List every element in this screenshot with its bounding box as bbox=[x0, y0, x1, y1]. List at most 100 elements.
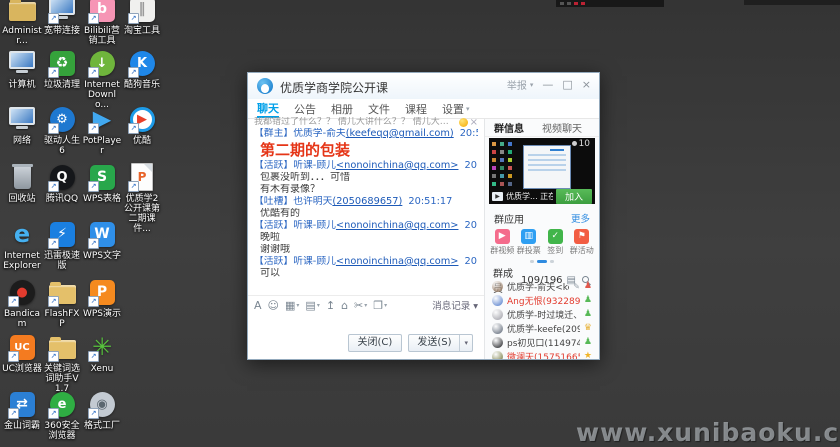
quick-reply-icon[interactable]: ❐▾ bbox=[373, 299, 387, 312]
desktop-icon-wps-writer[interactable]: W↗WPS文字 bbox=[82, 219, 122, 261]
close-window-button[interactable]: × bbox=[582, 78, 591, 91]
page-dot-active[interactable] bbox=[537, 260, 547, 263]
member-tag: 【活跃】 bbox=[254, 160, 293, 171]
watermark: www.xunibaoku.com bbox=[576, 418, 840, 447]
play-icon: ▶ bbox=[492, 192, 503, 201]
more-apps-link[interactable]: 更多 bbox=[571, 211, 590, 226]
sender-name: 听课-顾儿 bbox=[293, 220, 336, 231]
desktop-icon-thunder[interactable]: ⚡↗迅雷极速版 bbox=[42, 219, 82, 271]
expression-icon[interactable]: ▦▾ bbox=[285, 299, 299, 312]
desktop-icon-bandicam[interactable]: ●↗Bandicam bbox=[2, 277, 42, 329]
member-row[interactable]: 优质学-俞夫<keef✎♟ bbox=[485, 279, 599, 293]
shortcut-arrow-icon: ↗ bbox=[88, 238, 99, 249]
thumb-icon bbox=[492, 166, 496, 170]
group-side-panel: 群信息视频聊天 10 ▶ 优质学... 正在视频 加入 群应用 bbox=[484, 119, 599, 359]
sender-contact-link[interactable]: (2050689657) bbox=[332, 196, 402, 207]
desktop-icon-computer[interactable]: 计算机 bbox=[2, 48, 42, 90]
page-dot[interactable] bbox=[550, 260, 554, 263]
group-app-2[interactable]: ▥群投票 bbox=[516, 229, 543, 256]
sender-contact-link[interactable]: <nonoinchina@qq.com> bbox=[336, 160, 459, 171]
group-app-label: 签到 bbox=[542, 245, 569, 256]
desktop-icon-tencent-qq[interactable]: Q↗腾讯QQ bbox=[42, 162, 82, 204]
sender-contact-link[interactable]: <nonoinchina@qq.com> bbox=[336, 220, 459, 231]
desktop-icon-kugou-music[interactable]: K↗酷狗音乐 bbox=[122, 48, 162, 90]
group-app-4[interactable]: ⚑群活动 bbox=[569, 229, 596, 256]
desktop-icon-broadband[interactable]: ↗宽带连接 bbox=[42, 0, 82, 36]
bilibili-tool-icon: b↗ bbox=[87, 0, 117, 24]
youku-icon: ▶↗ bbox=[127, 104, 157, 134]
window-tab-2[interactable]: 公告 bbox=[294, 99, 316, 118]
shortcut-arrow-icon: ↗ bbox=[48, 351, 59, 362]
desktop-icon-internet-download-manager[interactable]: ↓↗Internet Downlo... bbox=[82, 48, 122, 110]
member-row[interactable]: 微澜天(157516650)★ bbox=[485, 349, 599, 359]
window-tab-3[interactable]: 相册 bbox=[331, 99, 353, 118]
desktop-icon-wps-show[interactable]: P↗WPS演示 bbox=[82, 277, 122, 319]
minimize-button[interactable]: — bbox=[542, 78, 553, 91]
edit-card-icon[interactable]: ✎ bbox=[573, 282, 580, 291]
group-video-preview[interactable]: 10 ▶ 优质学... 正在视频 加入 bbox=[489, 138, 595, 204]
panel-tab-1[interactable]: 群信息 bbox=[494, 120, 524, 135]
shortcut-arrow-icon: ↗ bbox=[88, 123, 99, 134]
desktop-icon-drive-genius[interactable]: ⚙↗驱动人生6 bbox=[42, 104, 82, 156]
desktop-icon-potplayer[interactable]: ▶↗PotPlayer bbox=[82, 104, 122, 156]
desktop-icon-youku[interactable]: ▶↗优酷 bbox=[122, 104, 162, 146]
member-row[interactable]: Ang无恨(93228912)♟ bbox=[485, 293, 599, 307]
owner-badge-icon: ♟ bbox=[584, 281, 592, 291]
member-row[interactable]: 优质学-keefe(2099267...)♛ bbox=[485, 321, 599, 335]
desktop-icon-keyword-helper[interactable]: ↗关键词选词助手V1.7 bbox=[42, 332, 82, 394]
member-row[interactable]: ps初见口(1149742013)♟ bbox=[485, 335, 599, 349]
desktop-icon-format-factory[interactable]: ◉↗格式工厂 bbox=[82, 389, 122, 431]
page-dot[interactable] bbox=[530, 260, 534, 263]
message-area[interactable]: 我都错过了什么？？ 倩儿大讲什么？？ 倩儿大哥打没动她们 × 【群主】优质学-俞… bbox=[248, 117, 484, 293]
image-icon[interactable]: ▤▾ bbox=[305, 299, 319, 312]
message-sender-line: 【活跃】听课-顾儿<nonoinchina@qq.com>20:53:52 bbox=[254, 256, 478, 268]
desktop-icon-uc-browser[interactable]: UC↗UC浏览器 bbox=[2, 332, 42, 374]
panel-tab-2[interactable]: 视频聊天 bbox=[542, 120, 582, 135]
desktop-icon-network[interactable]: 网络 bbox=[2, 104, 42, 146]
wps-show-icon: P↗ bbox=[87, 277, 117, 307]
join-video-button[interactable]: 加入 bbox=[556, 189, 592, 204]
desktop-icon-wps-sheet[interactable]: S↗WPS表格 bbox=[82, 162, 122, 204]
apps-pagination-dots[interactable] bbox=[485, 260, 599, 263]
send-options-caret-icon[interactable]: ▾ bbox=[459, 335, 472, 351]
group-app-1[interactable]: ▶群视频 bbox=[489, 229, 516, 256]
sender-contact-link[interactable]: <nonoinchina@qq.com> bbox=[336, 256, 459, 267]
panel-tabbar: 群信息 视频聊天 bbox=[485, 119, 599, 137]
desktop-icon-kingsoft-powerword[interactable]: ⇄↗金山词霸 bbox=[2, 389, 42, 431]
desktop-icon-administrator[interactable]: Administr... bbox=[2, 0, 42, 46]
screenshot-icon[interactable]: ✂▾ bbox=[354, 299, 367, 312]
desktop-icon-flashfxp[interactable]: ↗FlashFXP bbox=[42, 277, 82, 329]
close-chat-button[interactable]: 关闭(C) bbox=[348, 334, 403, 352]
window-tab-6[interactable]: 设置▾ bbox=[442, 99, 470, 118]
message-history-button[interactable]: 消息记录 ▾ bbox=[432, 298, 478, 312]
member-row[interactable]: 优质学-时过境迁、口(...♟ bbox=[485, 307, 599, 321]
window-tab-4[interactable]: 文件 bbox=[368, 99, 390, 118]
desktop-icon-xenu[interactable]: ✳↗Xenu bbox=[82, 332, 122, 374]
window-tab-1[interactable]: 聊天 bbox=[257, 99, 279, 118]
star-badge-icon: ★ bbox=[584, 351, 592, 359]
desktop-icon-internet-explorer[interactable]: eInternet Explorer bbox=[2, 219, 42, 271]
window-titlebar[interactable]: 优质学商学院公开课 举报 ▾ — □ × bbox=[248, 73, 599, 99]
desktop-icon-label: 驱动人生6 bbox=[42, 136, 82, 156]
desktop-icon-recycle-bin[interactable]: 回收站 bbox=[2, 162, 42, 204]
send-button-label[interactable]: 发送(S) bbox=[409, 335, 459, 351]
message-time: 20:53:52 bbox=[464, 256, 478, 267]
desktop-icon-360-browser[interactable]: e↗360安全浏览器 bbox=[42, 389, 82, 441]
upload-icon[interactable]: ↥ bbox=[326, 299, 335, 312]
desktop-icon-course-ppt[interactable]: P↗优质学2公开课第二期课件... bbox=[122, 162, 162, 234]
emoticon-icon[interactable]: ☺ bbox=[268, 299, 279, 312]
window-tab-5[interactable]: 课程 bbox=[405, 99, 427, 118]
shake-window-icon[interactable]: ⌂ bbox=[341, 299, 348, 312]
sender-contact-link[interactable]: (keefeqq@gmail.com) bbox=[346, 128, 454, 139]
font-icon[interactable]: A bbox=[254, 299, 262, 312]
maximize-button[interactable]: □ bbox=[562, 78, 572, 91]
report-button[interactable]: 举报 bbox=[507, 77, 527, 92]
desktop-icon-bilibili-tool[interactable]: b↗Bilibili营销工具 bbox=[82, 0, 122, 46]
shortcut-arrow-icon: ↗ bbox=[48, 238, 59, 249]
report-caret-icon[interactable]: ▾ bbox=[530, 81, 534, 89]
notice-close-icon[interactable]: × bbox=[470, 117, 478, 128]
group-app-3[interactable]: ✓签到 bbox=[542, 229, 569, 256]
send-button[interactable]: 发送(S) ▾ bbox=[408, 334, 473, 352]
desktop-icon-taobao-tool[interactable]: ‖↗淘宝工具 bbox=[122, 0, 162, 36]
desktop-icon-trash-cleaner[interactable]: ♻↗垃圾清理 bbox=[42, 48, 82, 90]
